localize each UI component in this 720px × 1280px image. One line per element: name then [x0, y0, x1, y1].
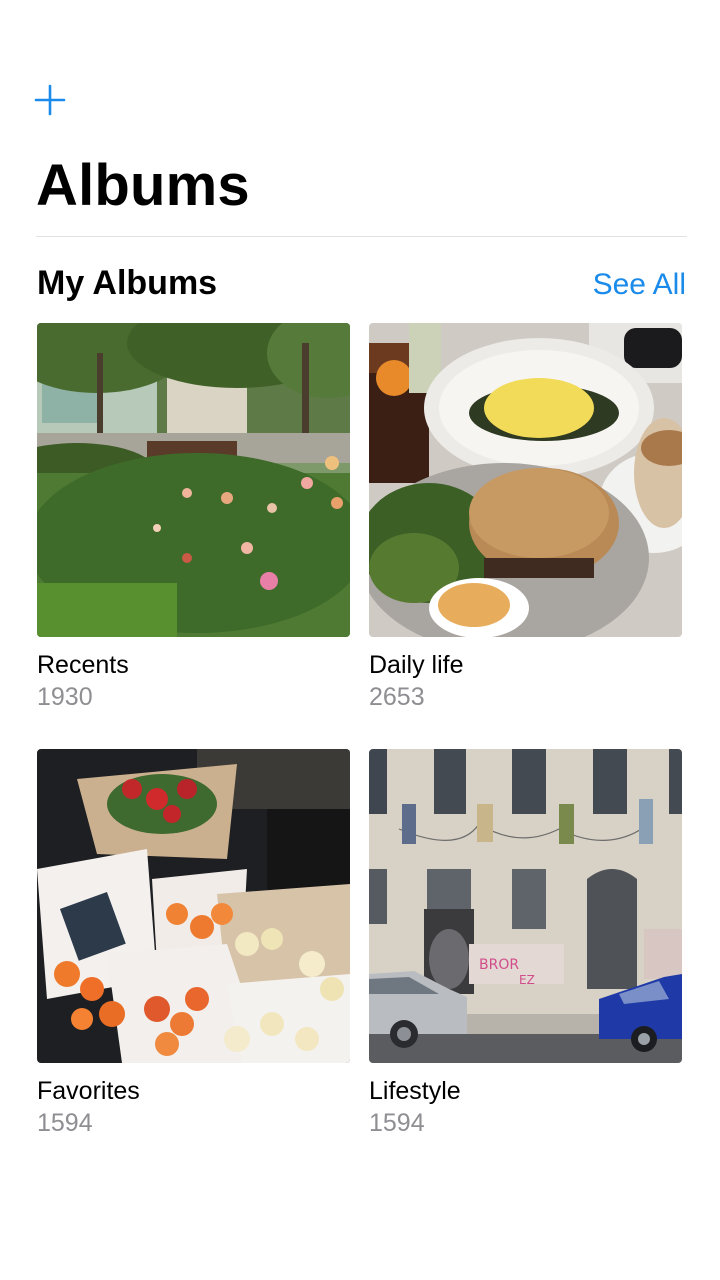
- album-lifestyle[interactable]: BROR EZ Lifestyle 1594: [369, 749, 682, 1139]
- album-thumbnail-food: [369, 323, 682, 637]
- album-name: Daily life: [369, 651, 464, 679]
- album-thumbnail-flowers: [37, 749, 350, 1063]
- album-thumbnail-garden: [37, 323, 350, 637]
- album-daily-life[interactable]: Daily life 2653: [369, 323, 682, 713]
- album-count: 1594: [369, 1109, 425, 1137]
- plus-icon: [34, 84, 66, 116]
- album-count: 1594: [37, 1109, 93, 1137]
- add-album-button[interactable]: [34, 84, 66, 116]
- page-title: Albums: [36, 153, 250, 218]
- see-all-button[interactable]: See All: [593, 264, 686, 306]
- album-favorites[interactable]: Favorites 1594: [37, 749, 350, 1139]
- album-name: Recents: [37, 651, 129, 679]
- svg-text:EZ: EZ: [519, 973, 535, 987]
- album-name: Lifestyle: [369, 1077, 461, 1105]
- section-title: My Albums: [37, 264, 218, 302]
- album-count: 2653: [369, 683, 425, 711]
- svg-text:BROR: BROR: [479, 957, 519, 973]
- album-name: Favorites: [37, 1077, 140, 1105]
- album-count: 1930: [37, 683, 93, 711]
- album-thumbnail-street: BROR EZ: [369, 749, 682, 1063]
- divider: [36, 236, 687, 237]
- album-recents[interactable]: Recents 1930: [37, 323, 350, 713]
